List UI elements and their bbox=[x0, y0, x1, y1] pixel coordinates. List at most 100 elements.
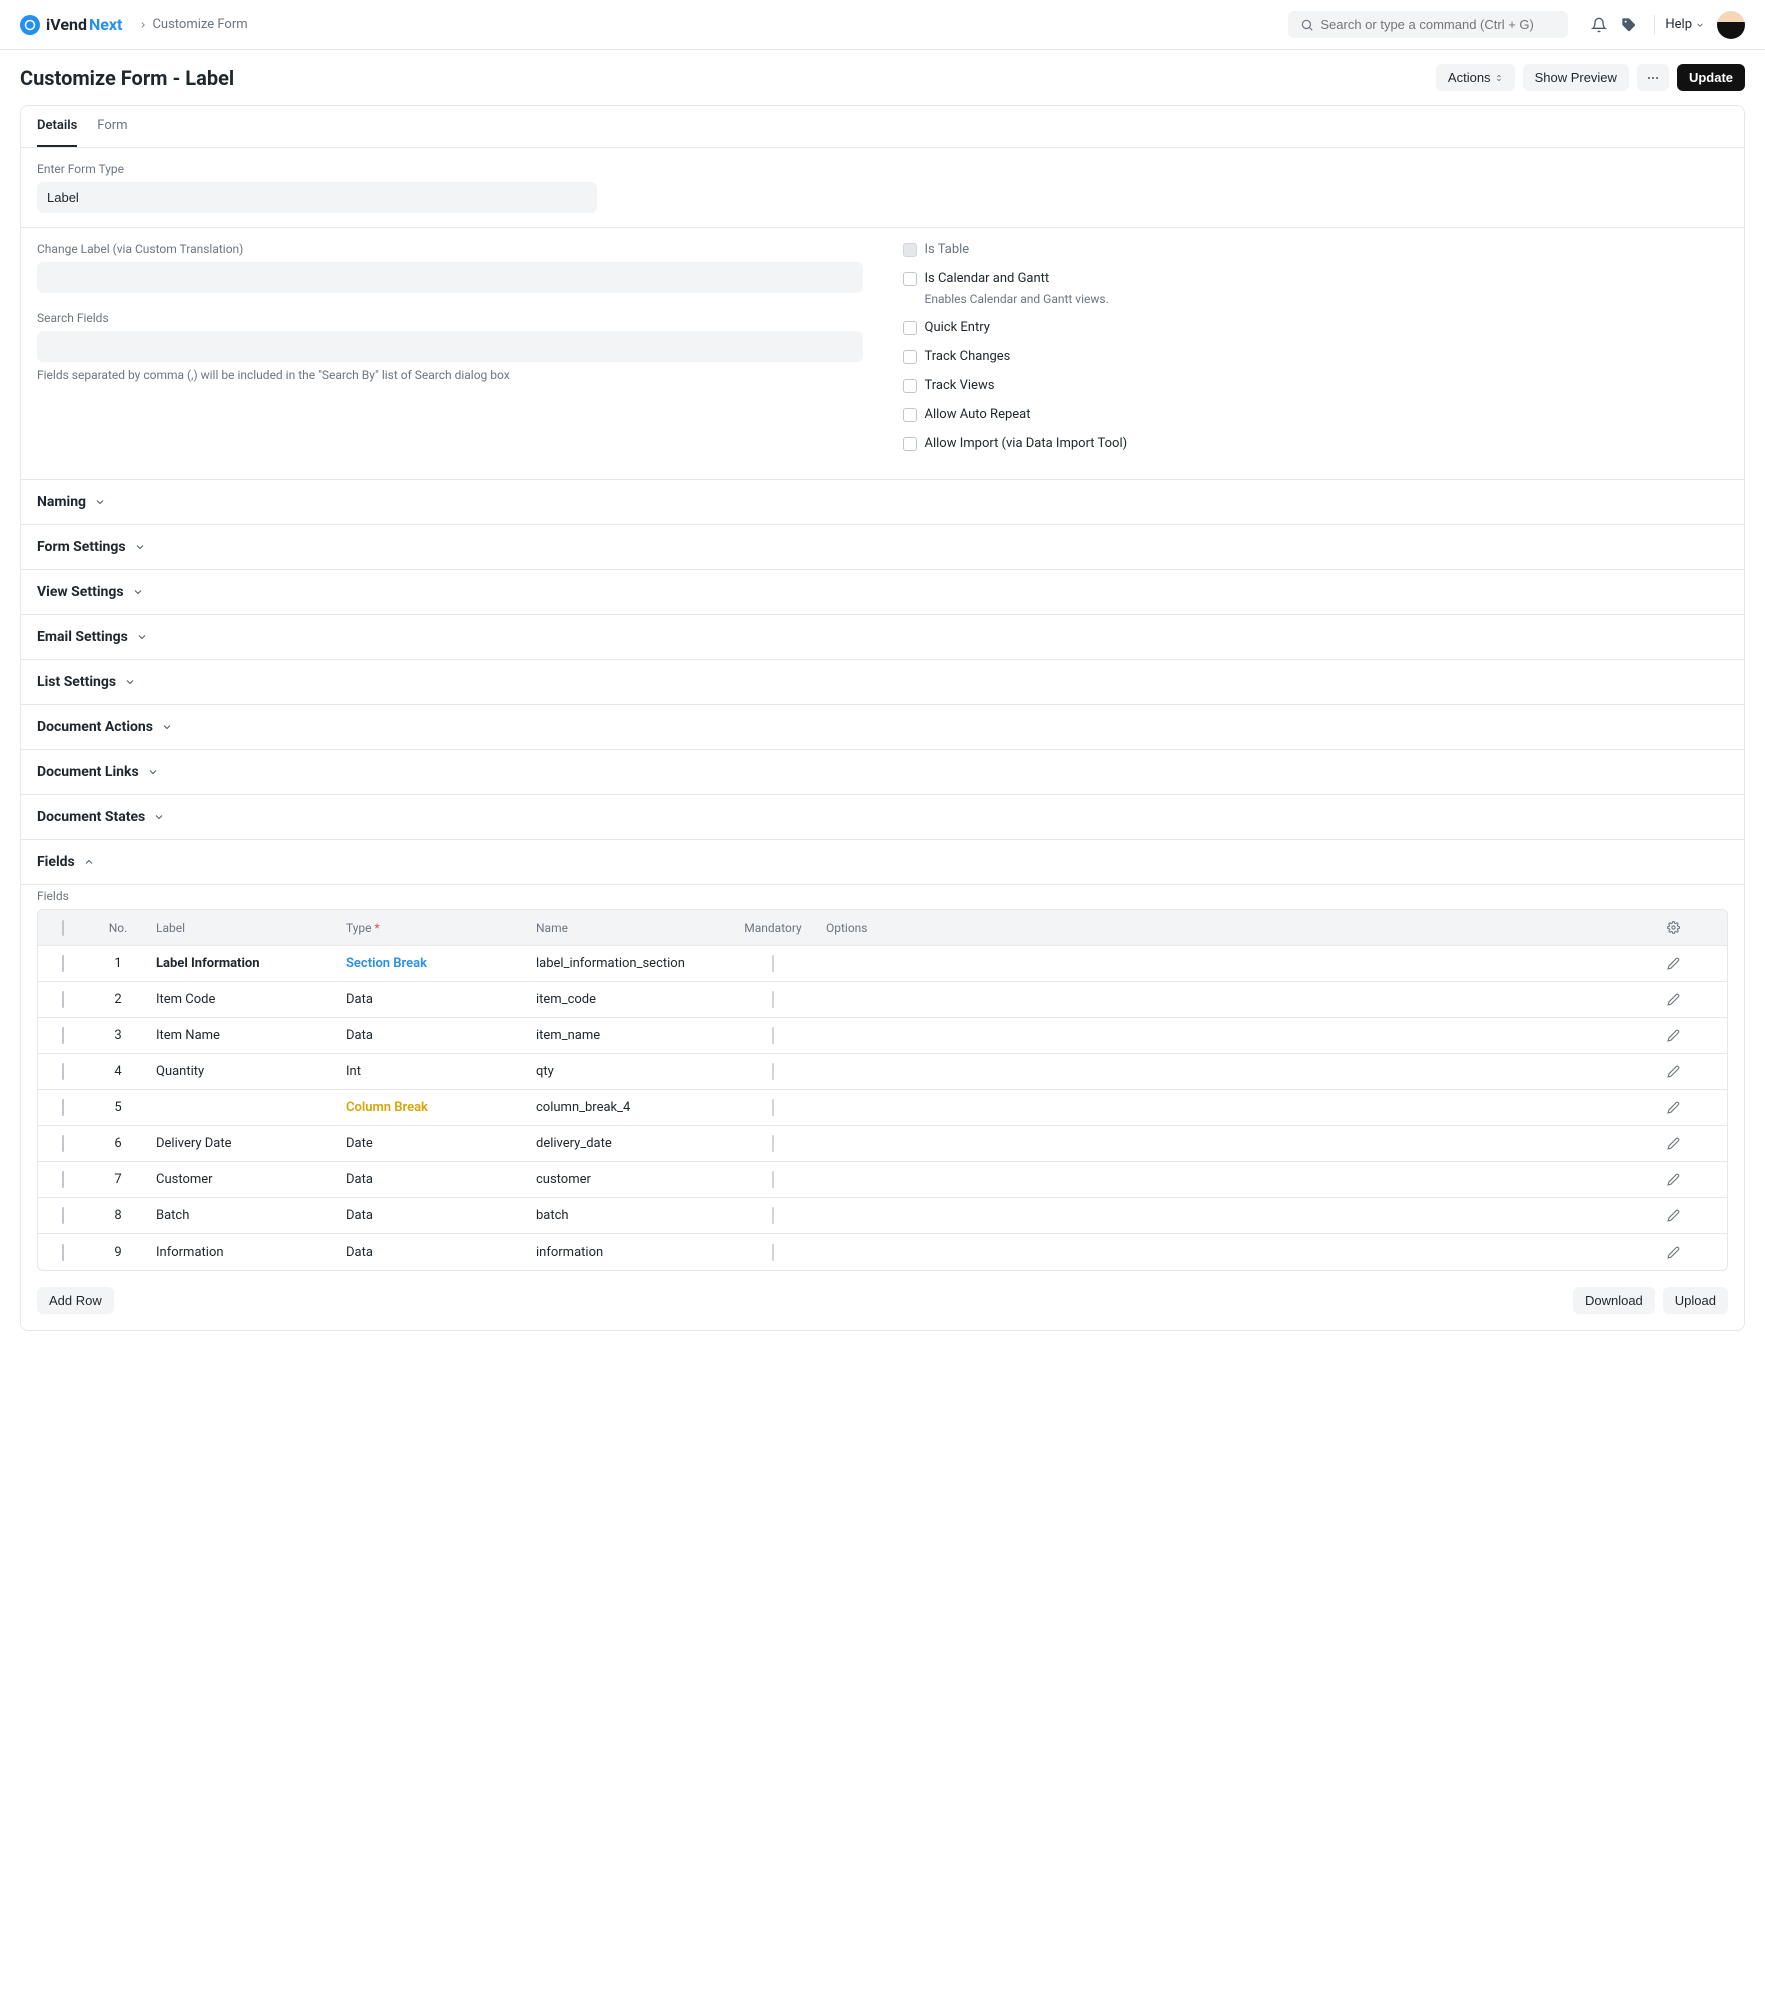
add-row-button[interactable]: Add Row bbox=[37, 1287, 114, 1314]
chevron-down-icon bbox=[132, 586, 144, 598]
search-input[interactable] bbox=[1320, 17, 1556, 32]
checkbox-icon[interactable] bbox=[903, 379, 917, 393]
show-preview-button[interactable]: Show Preview bbox=[1523, 64, 1629, 91]
table-row[interactable]: 8BatchDatabatch bbox=[38, 1198, 1727, 1234]
collapsible-label: Form Settings bbox=[37, 539, 126, 555]
search-fields-input[interactable] bbox=[37, 331, 863, 362]
row-checkbox[interactable] bbox=[62, 1171, 64, 1188]
table-row[interactable]: 7CustomerDatacustomer bbox=[38, 1162, 1727, 1198]
checkbox-icon[interactable] bbox=[903, 408, 917, 422]
row-mandatory-checkbox[interactable] bbox=[772, 1171, 774, 1188]
table-row[interactable]: 2Item CodeDataitem_code bbox=[38, 982, 1727, 1018]
row-name: item_name bbox=[528, 1028, 728, 1043]
row-mandatory-checkbox[interactable] bbox=[772, 1099, 774, 1116]
row-mandatory-checkbox[interactable] bbox=[772, 1063, 774, 1080]
row-edit[interactable] bbox=[1667, 1173, 1727, 1186]
breadcrumb-item[interactable]: Customize Form bbox=[152, 17, 247, 32]
change-label-input[interactable] bbox=[37, 262, 863, 293]
row-edit[interactable] bbox=[1667, 1029, 1727, 1042]
grid-footer: Add Row Download Upload bbox=[21, 1281, 1744, 1330]
table-row[interactable]: 3Item NameDataitem_name bbox=[38, 1018, 1727, 1054]
checkbox-track-views[interactable]: Track Views bbox=[903, 378, 1729, 393]
actions-button[interactable]: Actions bbox=[1436, 64, 1515, 91]
table-row[interactable]: 9InformationDatainformation bbox=[38, 1234, 1727, 1270]
upload-button[interactable]: Upload bbox=[1663, 1287, 1728, 1314]
row-edit[interactable] bbox=[1667, 993, 1727, 1006]
bell-icon[interactable] bbox=[1590, 16, 1608, 34]
collapsible-email-settings[interactable]: Email Settings bbox=[21, 615, 1744, 660]
row-mandatory-checkbox[interactable] bbox=[772, 1135, 774, 1152]
row-checkbox[interactable] bbox=[62, 955, 64, 972]
update-button[interactable]: Update bbox=[1677, 64, 1745, 91]
row-edit[interactable] bbox=[1667, 1101, 1727, 1114]
row-mandatory-checkbox[interactable] bbox=[772, 991, 774, 1008]
collapsible-label: List Settings bbox=[37, 674, 116, 690]
row-checkbox[interactable] bbox=[62, 1027, 64, 1044]
collapsible-view-settings[interactable]: View Settings bbox=[21, 570, 1744, 615]
col-options: Options bbox=[818, 921, 1667, 935]
row-type: Data bbox=[338, 1245, 528, 1260]
row-edit[interactable] bbox=[1667, 1065, 1727, 1078]
checkbox-allow-import[interactable]: Allow Import (via Data Import Tool) bbox=[903, 436, 1729, 451]
row-mandatory-checkbox[interactable] bbox=[772, 1207, 774, 1224]
checkbox-icon[interactable] bbox=[903, 321, 917, 335]
table-row[interactable]: 4QuantityIntqty bbox=[38, 1054, 1727, 1090]
left-col: Change Label (via Custom Translation) Se… bbox=[37, 242, 863, 465]
checkbox-track-changes[interactable]: Track Changes bbox=[903, 349, 1729, 364]
row-type: Data bbox=[338, 992, 528, 1007]
row-no: 6 bbox=[88, 1136, 148, 1151]
collapsible-form-settings[interactable]: Form Settings bbox=[21, 525, 1744, 570]
row-checkbox[interactable] bbox=[62, 1135, 64, 1152]
row-label: Customer bbox=[148, 1172, 338, 1187]
checkbox-auto-repeat[interactable]: Allow Auto Repeat bbox=[903, 407, 1729, 422]
row-checkbox[interactable] bbox=[62, 1099, 64, 1116]
chevron-right-icon bbox=[138, 20, 148, 30]
row-no: 8 bbox=[88, 1208, 148, 1223]
collapsible-label: Naming bbox=[37, 494, 86, 510]
collapsible-document-actions[interactable]: Document Actions bbox=[21, 705, 1744, 750]
checkbox-label: Quick Entry bbox=[925, 320, 990, 335]
collapsible-document-links[interactable]: Document Links bbox=[21, 750, 1744, 795]
collapsible-naming[interactable]: Naming bbox=[21, 480, 1744, 525]
gear-icon[interactable] bbox=[1667, 921, 1680, 934]
help-label: Help bbox=[1665, 17, 1692, 32]
row-name: column_break_4 bbox=[528, 1100, 728, 1115]
checkbox-icon[interactable] bbox=[903, 350, 917, 364]
logo-text-next: Next bbox=[89, 15, 122, 34]
collapsible-fields[interactable]: Fields bbox=[21, 840, 1744, 885]
avatar[interactable] bbox=[1717, 11, 1745, 39]
checkbox-icon[interactable] bbox=[903, 272, 917, 286]
row-checkbox[interactable] bbox=[62, 991, 64, 1008]
row-checkbox[interactable] bbox=[62, 1244, 64, 1261]
table-row[interactable]: 1Label InformationSection Breaklabel_inf… bbox=[38, 946, 1727, 982]
row-edit[interactable] bbox=[1667, 957, 1727, 970]
row-edit[interactable] bbox=[1667, 1209, 1727, 1222]
checkbox-icon bbox=[903, 243, 917, 257]
col-label: Label bbox=[148, 921, 338, 935]
checkbox-quick-entry[interactable]: Quick Entry bbox=[903, 320, 1729, 335]
collapsible-document-states[interactable]: Document States bbox=[21, 795, 1744, 840]
row-mandatory-checkbox[interactable] bbox=[772, 1027, 774, 1044]
logo[interactable]: iVendNext bbox=[20, 15, 122, 35]
row-edit[interactable] bbox=[1667, 1137, 1727, 1150]
row-edit[interactable] bbox=[1667, 1246, 1727, 1259]
row-checkbox[interactable] bbox=[62, 1207, 64, 1224]
table-row[interactable]: 6Delivery DateDatedelivery_date bbox=[38, 1126, 1727, 1162]
collapsible-list-settings[interactable]: List Settings bbox=[21, 660, 1744, 705]
search-box[interactable] bbox=[1288, 11, 1568, 38]
tab-form[interactable]: Form bbox=[97, 106, 127, 147]
row-mandatory-checkbox[interactable] bbox=[772, 1244, 774, 1261]
checkbox-is-calendar[interactable]: Is Calendar and Gantt bbox=[903, 271, 1729, 286]
enter-form-type-input[interactable] bbox=[37, 182, 597, 213]
select-all-checkbox[interactable] bbox=[62, 920, 64, 936]
tag-icon[interactable] bbox=[1620, 16, 1638, 34]
help-link[interactable]: Help bbox=[1665, 17, 1705, 32]
row-mandatory-checkbox[interactable] bbox=[772, 955, 774, 972]
more-button[interactable] bbox=[1637, 64, 1669, 91]
table-row[interactable]: 5Column Breakcolumn_break_4 bbox=[38, 1090, 1727, 1126]
checkbox-label: Is Table bbox=[925, 242, 970, 257]
tab-details[interactable]: Details bbox=[37, 106, 77, 147]
row-checkbox[interactable] bbox=[62, 1063, 64, 1080]
download-button[interactable]: Download bbox=[1573, 1287, 1655, 1314]
checkbox-icon[interactable] bbox=[903, 437, 917, 451]
